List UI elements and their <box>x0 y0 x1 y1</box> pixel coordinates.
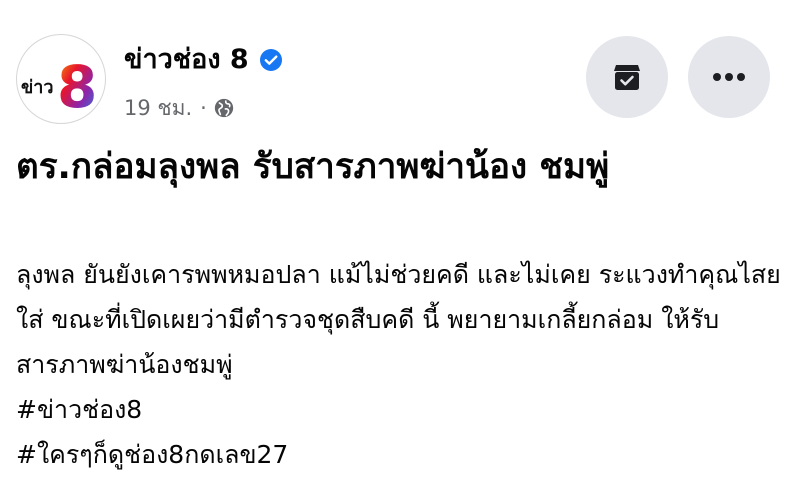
post-meta: 19 ชม. · <box>124 92 235 124</box>
post-body: ลุงพล ยันยังเคารพพหมอปลา แม้ไม่ช่วยคดี แ… <box>16 260 781 379</box>
channel-8-logo-icon: ข่าว 8 <box>21 53 97 121</box>
meta-separator: · <box>200 96 207 120</box>
hashtag-link[interactable]: #ใครๆก็ดูช่อง8กดเลข27 <box>16 432 288 477</box>
page-avatar[interactable]: ข่าว 8 <box>16 34 106 124</box>
facebook-post: ข่าว 8 ข่าวช่อง 8 19 ชม. · ตร.กล่อมลุงพล… <box>0 0 800 487</box>
archive-icon <box>614 65 640 90</box>
avatar-text: ข่าว <box>21 77 54 98</box>
globe-icon[interactable] <box>213 97 235 119</box>
page-name-link[interactable]: ข่าวช่อง 8 <box>124 40 249 80</box>
avatar-number: 8 <box>57 53 97 121</box>
post-headline: ตร.กล่อมลุงพล รับสารภาพฆ่าน้อง ชมพู่ <box>16 147 610 187</box>
verified-badge-icon <box>259 49 282 71</box>
archive-button[interactable] <box>586 36 668 118</box>
post-timestamp[interactable]: 19 ชม. <box>124 92 192 125</box>
page-name-row: ข่าวช่อง 8 <box>124 40 283 80</box>
more-options-icon <box>713 73 745 81</box>
hashtag-link[interactable]: #ข่าวช่อง8 <box>16 387 142 432</box>
more-options-button[interactable] <box>688 36 770 118</box>
